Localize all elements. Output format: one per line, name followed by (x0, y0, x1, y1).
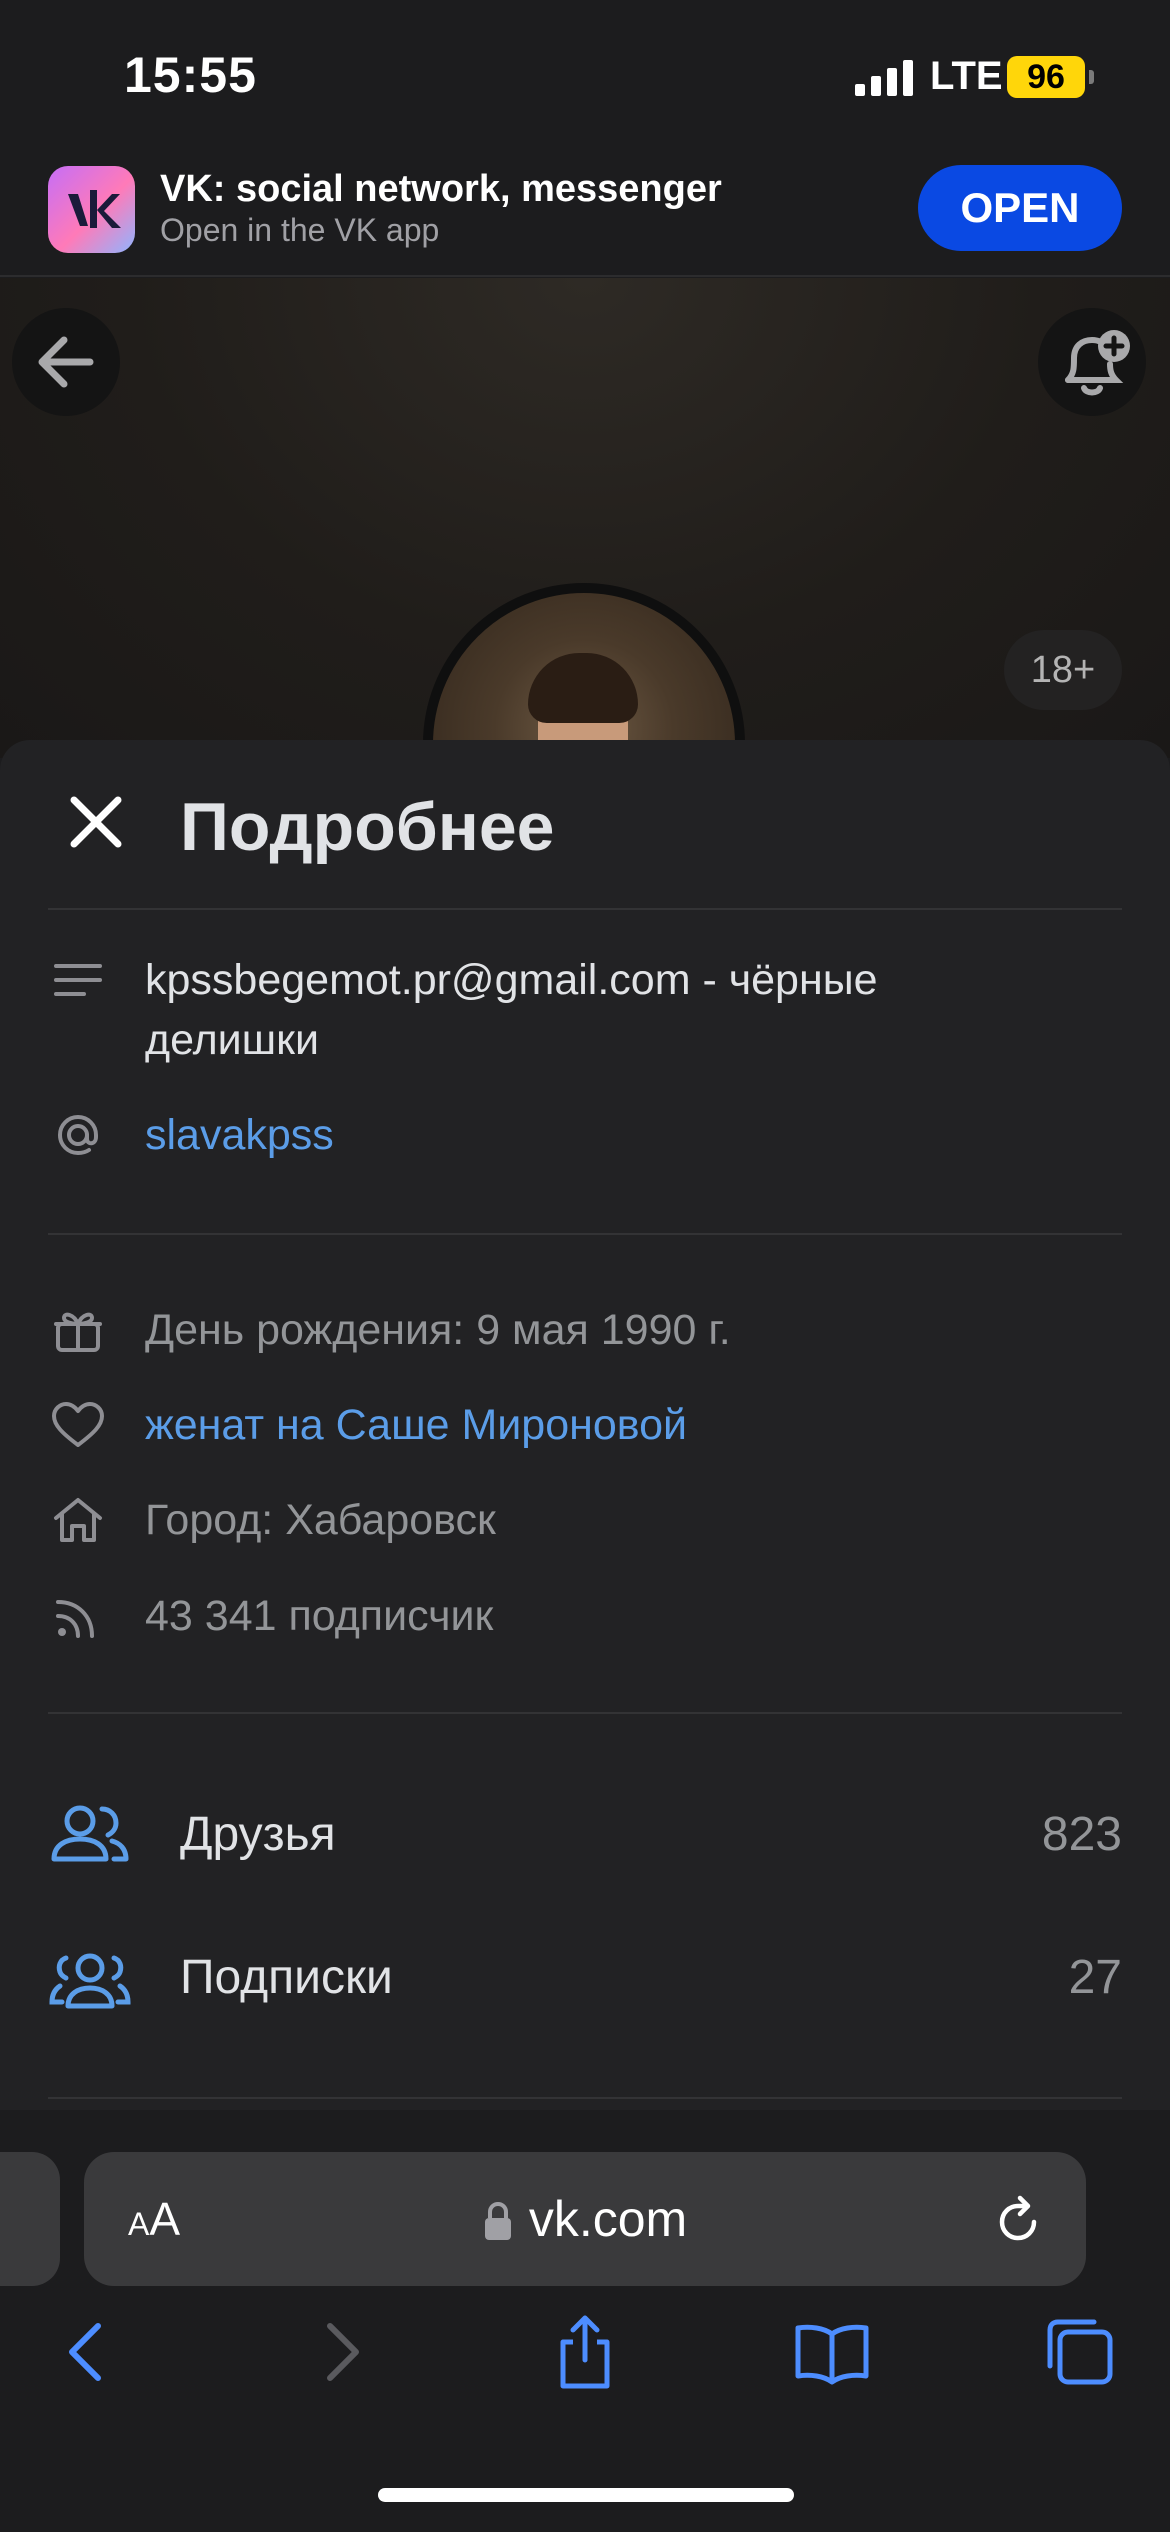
battery-nub (1089, 70, 1094, 84)
subscriptions-icon (49, 1953, 131, 2009)
nickname-row[interactable]: slavakpss (0, 1105, 1170, 1165)
status-bar: 15:55 LTE 96 (0, 0, 1170, 150)
status-time: 15:55 (124, 47, 257, 103)
divider (48, 908, 1122, 910)
nickname-link[interactable]: slavakpss (145, 1105, 334, 1165)
open-app-button[interactable]: OPEN (918, 165, 1122, 251)
at-sign-icon (57, 1114, 98, 1156)
divider (48, 2097, 1122, 2099)
address-bar[interactable]: AA vk.com (84, 2152, 1086, 2286)
subscribe-notifications-button[interactable] (1038, 308, 1146, 416)
profile-avatar[interactable] (423, 583, 745, 758)
close-icon[interactable] (64, 790, 128, 854)
rss-feed-icon (56, 1600, 94, 1638)
browser-chrome: AA vk.com (0, 2110, 1170, 2532)
friends-count: 823 (1041, 1808, 1122, 1861)
arrow-left-icon (38, 336, 94, 388)
previous-tab-peek[interactable] (0, 2152, 60, 2286)
bookmarks-icon[interactable] (792, 2312, 872, 2392)
friends-menu-item[interactable]: Друзья 823 (0, 1777, 1170, 1897)
subscriptions-label: Подписки (180, 1951, 393, 2004)
share-icon[interactable] (545, 2312, 625, 2392)
relationship-row[interactable]: женат на Саше Мироновой (0, 1395, 1170, 1455)
back-chevron-icon[interactable] (48, 2312, 128, 2392)
cellular-signal-icon (855, 60, 913, 96)
url-text: vk.com (528, 2191, 688, 2247)
subscriptions-count: 27 (1068, 1951, 1122, 2004)
city-text: Город: Хабаровск (145, 1496, 496, 1544)
status-text-line1: kpssbegemot.pr@gmail.com - чёрные (145, 956, 878, 1004)
app-banner: VK: social network, messenger Open in th… (0, 150, 1170, 277)
age-rating-badge: 18+ (1004, 630, 1122, 710)
sheet-title: Подробнее (180, 789, 555, 865)
vk-app-logo (48, 166, 135, 253)
battery-level: 96 (1007, 56, 1085, 98)
vk-logo-icon (68, 190, 121, 228)
city-row: Город: Хабаровск (0, 1490, 1170, 1550)
friends-label: Друзья (180, 1808, 336, 1861)
followers-row[interactable]: 43 341 подписчик (0, 1586, 1170, 1646)
birthday-text: День рождения: 9 мая 1990 г. (145, 1306, 731, 1354)
status-row: kpssbegemot.pr@gmail.com - чёрные делишк… (0, 950, 1170, 1080)
followers-text: 43 341 подписчик (145, 1592, 494, 1640)
birthday-row: День рождения: 9 мая 1990 г. (0, 1300, 1170, 1360)
text-lines-icon (54, 964, 102, 996)
status-text-line2: делишки (145, 1016, 320, 1064)
back-button[interactable] (12, 308, 120, 416)
divider (48, 1233, 1122, 1235)
details-sheet: Подробнее kpssbegemot.pr@gmail.com - чёр… (0, 740, 1170, 2110)
url-display[interactable]: vk.com (84, 2190, 1086, 2248)
banner-subtitle: Open in the VK app (160, 212, 440, 248)
heart-icon (52, 1402, 104, 1447)
banner-title: VK: social network, messenger (160, 168, 722, 210)
lock-icon (484, 2201, 511, 2240)
subscriptions-menu-item[interactable]: Подписки 27 (0, 1920, 1170, 2040)
gift-icon (54, 1312, 102, 1352)
profile-cover: 18+ (0, 278, 1170, 758)
friends-icon (51, 1805, 129, 1862)
forward-chevron-icon[interactable] (300, 2312, 380, 2392)
network-type: LTE (930, 54, 1003, 98)
home-icon (54, 1498, 102, 1542)
relationship-link[interactable]: женат на Саше Мироновой (145, 1395, 687, 1455)
avatar-hair (528, 653, 638, 723)
bell-plus-icon (1065, 330, 1130, 396)
home-indicator[interactable] (378, 2488, 794, 2502)
reload-icon[interactable] (990, 2192, 1046, 2248)
tabs-icon[interactable] (1040, 2312, 1120, 2392)
divider (48, 1712, 1122, 1714)
